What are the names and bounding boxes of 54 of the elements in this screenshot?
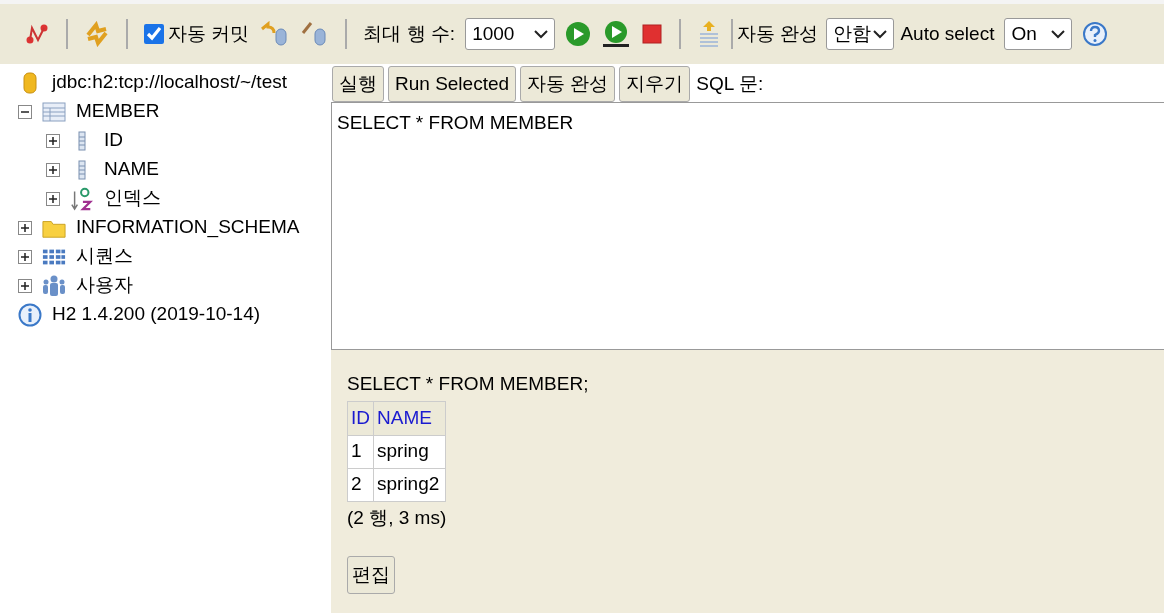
info-icon	[18, 302, 42, 327]
max-rows-label: 최대 행 수:	[363, 21, 456, 46]
caret-icon	[873, 29, 888, 39]
disconnect-icon[interactable]	[24, 22, 50, 46]
help-icon[interactable]	[1082, 21, 1109, 47]
max-rows-select[interactable]: 1000	[465, 18, 556, 50]
auto-select-select[interactable]: On	[1004, 18, 1073, 50]
users-icon	[42, 273, 66, 298]
sql-text: SELECT * FROM MEMBER	[337, 112, 574, 133]
query-button[interactable]: 실행	[332, 66, 384, 102]
autocomplete-label: 자동 완성	[737, 21, 819, 46]
auto-select-label: Auto select	[900, 21, 995, 46]
sql-editor[interactable]: SELECT * FROM MEMBER	[331, 102, 1164, 350]
table-cell: 1	[347, 435, 374, 468]
tree-item[interactable]: MEMBER	[76, 97, 160, 126]
column-icon	[77, 130, 87, 151]
tree-item[interactable]: 인덱스	[104, 184, 161, 213]
query-button[interactable]: Run Selected	[388, 66, 517, 102]
collapse-icon[interactable]	[18, 104, 32, 119]
column-header[interactable]: ID	[347, 401, 374, 435]
query-button[interactable]: 지우기	[619, 66, 691, 102]
table-cell: spring2	[373, 468, 446, 501]
run-selected-icon[interactable]	[601, 19, 632, 49]
tree-item[interactable]: NAME	[104, 155, 159, 184]
table-cell: 2	[347, 468, 374, 501]
auto-commit-label: 자동 커밋	[168, 21, 250, 46]
result-summary: (2 행, 3 ms)	[347, 505, 448, 530]
expand-icon[interactable]	[46, 133, 60, 148]
column-icon	[77, 159, 87, 180]
sql-statement: SELECT * FROM MEMBER;	[347, 372, 590, 396]
edit-button[interactable]: 편집	[347, 556, 395, 594]
sql-label: SQL 문:	[696, 71, 764, 96]
tree-item[interactable]: H2 1.4.200 (2019-10-14)	[52, 300, 261, 329]
expand-icon[interactable]	[46, 191, 60, 206]
stop-icon[interactable]	[641, 23, 664, 45]
expand-icon[interactable]	[46, 162, 60, 177]
tree-item[interactable]: 시퀀스	[76, 242, 133, 271]
run-icon[interactable]	[565, 21, 592, 47]
tree-item[interactable]: jdbc:h2:tcp://localhost/~/test	[52, 68, 287, 97]
expand-icon[interactable]	[18, 278, 32, 293]
caret-icon	[534, 29, 549, 39]
table-cell: spring	[373, 435, 446, 468]
expand-icon[interactable]	[18, 249, 32, 264]
auto-commit-checkbox[interactable]	[144, 24, 164, 44]
caret-icon	[1051, 29, 1066, 39]
column-header[interactable]: NAME	[373, 401, 446, 435]
expand-icon[interactable]	[18, 220, 32, 235]
tree-item[interactable]: INFORMATION_SCHEMA	[76, 213, 300, 242]
database-icon	[22, 70, 38, 95]
tree-item[interactable]: ID	[104, 126, 123, 155]
table-icon	[42, 101, 66, 122]
tree-item[interactable]: 사용자	[76, 271, 133, 300]
autocomplete-select[interactable]: 안함	[826, 18, 895, 50]
query-button[interactable]: 자동 완성	[520, 66, 616, 102]
